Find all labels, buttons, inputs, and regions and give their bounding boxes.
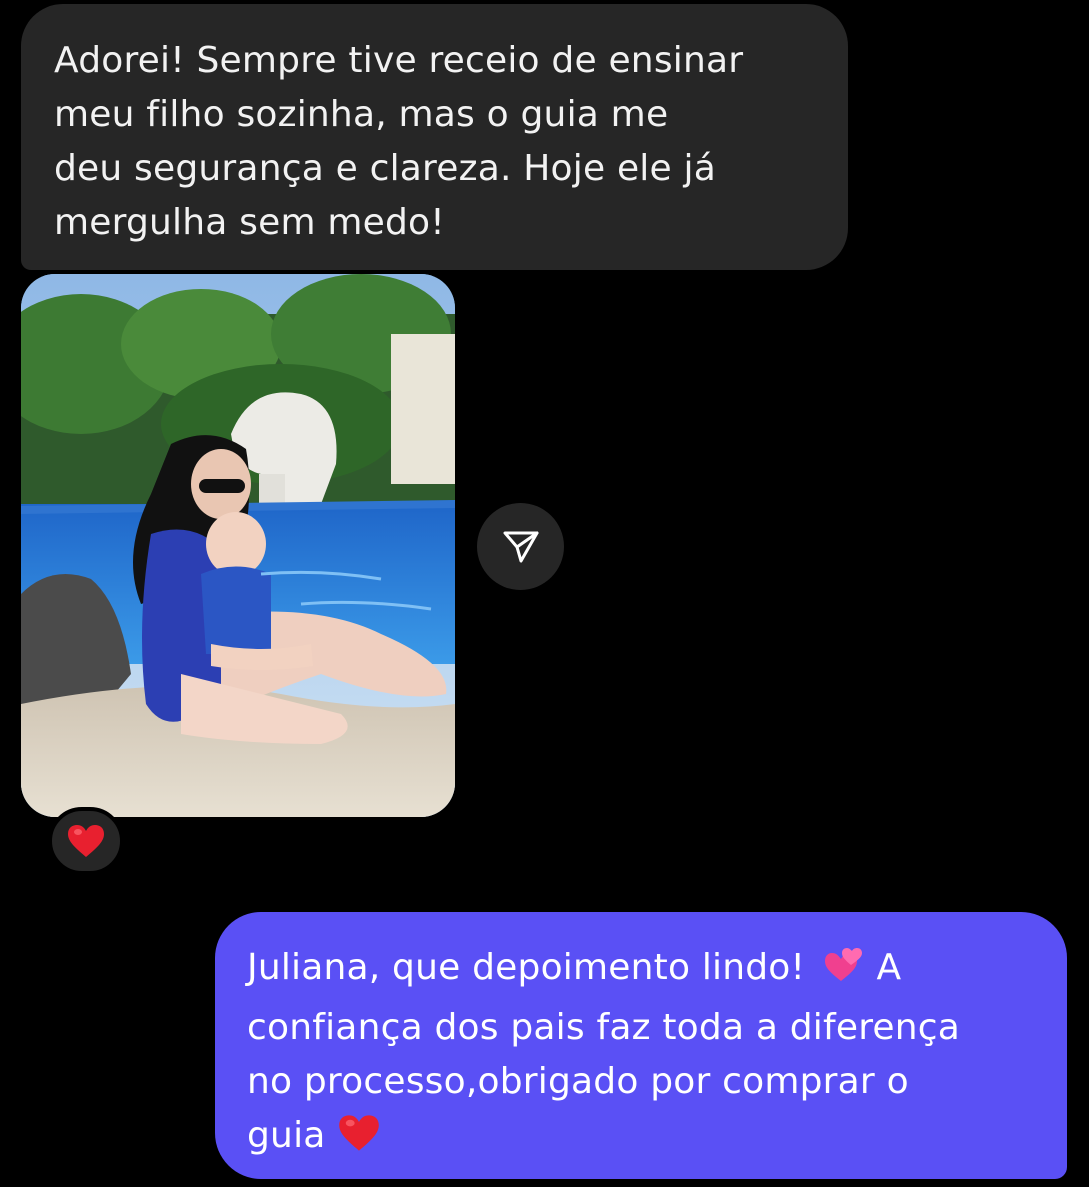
chat-screen: Adorei! Sempre tive receio de ensinar me…	[0, 0, 1089, 1187]
red-heart-icon	[68, 825, 104, 857]
two-hearts-icon	[817, 945, 865, 1001]
photo-image	[21, 274, 455, 817]
share-button[interactable]	[477, 503, 564, 590]
shared-photo[interactable]	[21, 274, 455, 817]
outgoing-message-bubble[interactable]: Juliana, que depoimento lindo! A confian…	[215, 912, 1067, 1179]
heart-icon	[337, 1113, 381, 1169]
outgoing-message-text: Juliana, que depoimento lindo! A confian…	[247, 941, 1037, 1169]
outgoing-line1-end: A	[864, 947, 902, 988]
outgoing-line1-text: Juliana, que depoimento lindo!	[247, 947, 817, 988]
incoming-message-bubble[interactable]: Adorei! Sempre tive receio de ensinar me…	[21, 4, 848, 270]
paper-plane-icon	[503, 531, 538, 562]
incoming-message-text: Adorei! Sempre tive receio de ensinar me…	[54, 40, 744, 243]
photo-reaction-badge[interactable]	[48, 807, 124, 875]
